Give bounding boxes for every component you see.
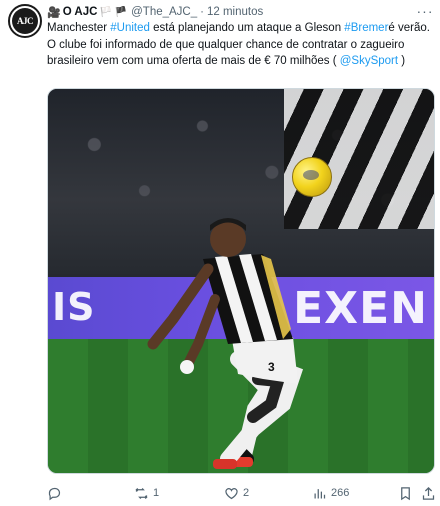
author-name[interactable]: O AJC: [63, 6, 98, 18]
mention-skysport[interactable]: @SkySport: [340, 55, 398, 67]
tweet-media-photo[interactable]: IS EXEN 3: [47, 88, 435, 474]
football-player: 3: [147, 218, 304, 469]
retweet-button[interactable]: 1: [134, 486, 159, 501]
like-count: 2: [243, 487, 250, 499]
author-handle[interactable]: @The_AJC_: [131, 6, 197, 18]
tweet-header: 🎥 O AJC 🏳️ 🏴 @The_AJC_ · 12 minutos: [47, 4, 410, 20]
tweet-text-segment: Manchester: [47, 22, 111, 34]
player-number: 3: [268, 360, 275, 374]
reply-icon: [48, 487, 61, 500]
tweet-actions: 1 2 266: [47, 484, 435, 502]
views-button[interactable]: 266: [312, 486, 349, 501]
tweet-time[interactable]: 12 minutos: [207, 6, 263, 18]
like-button[interactable]: 2: [224, 486, 249, 501]
retweet-icon: [135, 487, 148, 499]
hashtag-bremer[interactable]: #Bremer: [344, 22, 388, 34]
bookmark-button[interactable]: [398, 486, 413, 501]
views-chart-icon: [314, 488, 326, 498]
share-button[interactable]: [421, 486, 436, 501]
tweet-text-segment: ): [398, 55, 406, 67]
reply-button[interactable]: [47, 486, 66, 501]
avatar[interactable]: AJC: [8, 4, 42, 38]
retweet-count: 1: [153, 487, 160, 499]
hashtag-united[interactable]: #United: [110, 22, 150, 34]
views-count: 266: [331, 487, 350, 499]
heart-icon: [225, 487, 238, 499]
avatar-logo: AJC: [12, 8, 38, 34]
bookmark-icon: [401, 486, 410, 500]
ad-text-right: EXEN: [293, 282, 428, 334]
flag-emojis: 🏳️ 🏴: [99, 6, 128, 18]
tweet-text-segment: está planejando um ataque a Gleson: [149, 22, 345, 34]
movie-camera-icon: 🎥: [47, 6, 61, 19]
share-icon: [422, 486, 435, 500]
separator-dot: ·: [200, 6, 204, 18]
more-options-icon[interactable]: ···: [416, 3, 434, 19]
tweet-text: Manchester #United está planejando um at…: [47, 20, 432, 70]
ad-text-left: IS: [52, 285, 96, 329]
